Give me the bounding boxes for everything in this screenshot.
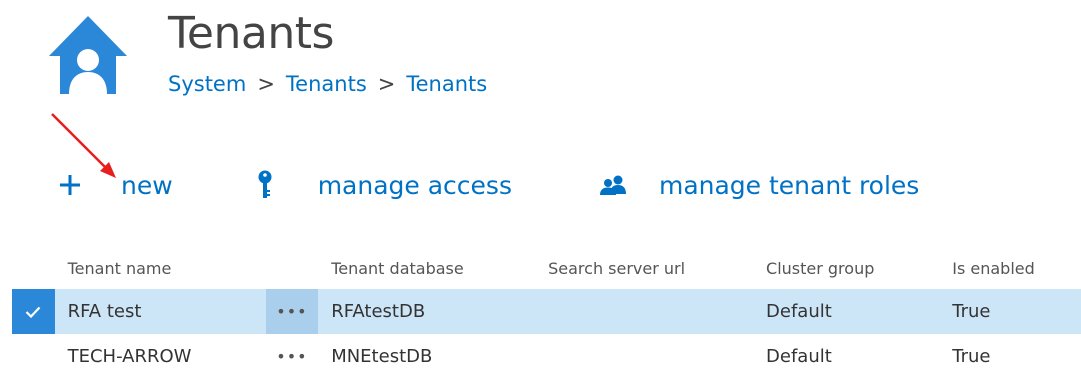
column-header-search-server-url[interactable]: Search server url xyxy=(548,259,766,278)
cell-cluster-group: Default xyxy=(766,346,832,367)
row-select-checkbox[interactable] xyxy=(12,334,55,369)
header-select-column xyxy=(12,248,55,289)
breadcrumb-item-system[interactable]: System xyxy=(168,72,246,96)
tenants-page: Tenants System > Tenants > Tenants new m… xyxy=(0,0,1081,369)
cell-tenant-database: RFAtestDB xyxy=(331,301,426,322)
users-icon xyxy=(598,175,628,195)
key-icon xyxy=(255,170,275,200)
cell-is-enabled: True xyxy=(952,346,991,367)
cell-tenant-name: RFA test xyxy=(67,301,142,322)
new-button[interactable]: new xyxy=(56,171,173,200)
breadcrumb-separator: > xyxy=(257,72,275,96)
breadcrumb-separator: > xyxy=(377,72,396,96)
checkmark-icon xyxy=(12,289,55,334)
manage-tenant-roles-button[interactable]: manage tenant roles xyxy=(598,171,919,200)
manage-tenant-roles-button-label: manage tenant roles xyxy=(658,170,920,200)
column-header-tenant-database[interactable]: Tenant database xyxy=(318,259,548,278)
row-more-options-button[interactable]: ••• xyxy=(266,334,319,369)
cell-cluster-group: Default xyxy=(766,301,832,322)
row-more-options-button[interactable]: ••• xyxy=(265,289,319,334)
grid-header: Tenant name Tenant database Search serve… xyxy=(12,248,1081,289)
page-title: Tenants xyxy=(168,8,334,59)
cell-tenant-database: MNEtestDB xyxy=(331,346,433,367)
header-menu-column xyxy=(266,248,319,289)
column-header-is-enabled[interactable]: Is enabled xyxy=(952,259,1081,278)
table-row[interactable]: RFA test ••• RFAtestDB Default True xyxy=(12,289,1081,334)
plus-icon xyxy=(56,174,84,196)
breadcrumb: System > Tenants > Tenants xyxy=(168,72,487,96)
new-button-label: new xyxy=(121,170,173,200)
table-row[interactable]: TECH-ARROW ••• MNEtestDB Default True xyxy=(12,334,1081,369)
column-header-cluster-group[interactable]: Cluster group xyxy=(766,259,952,278)
row-select-checkbox[interactable] xyxy=(12,289,55,334)
breadcrumb-item-tenants[interactable]: Tenants xyxy=(286,72,367,96)
home-user-logo-icon xyxy=(49,16,127,94)
column-header-tenant-name[interactable]: Tenant name xyxy=(55,259,266,278)
cell-tenant-name: TECH-ARROW xyxy=(67,346,192,367)
manage-access-button-label: manage access xyxy=(317,170,512,200)
cell-is-enabled: True xyxy=(952,301,991,322)
toolbar: new manage access manage tenant roles xyxy=(56,165,919,205)
breadcrumb-item-current: Tenants xyxy=(406,72,488,96)
manage-access-button[interactable]: manage access xyxy=(255,170,512,200)
tenants-grid: Tenant name Tenant database Search serve… xyxy=(12,248,1081,369)
